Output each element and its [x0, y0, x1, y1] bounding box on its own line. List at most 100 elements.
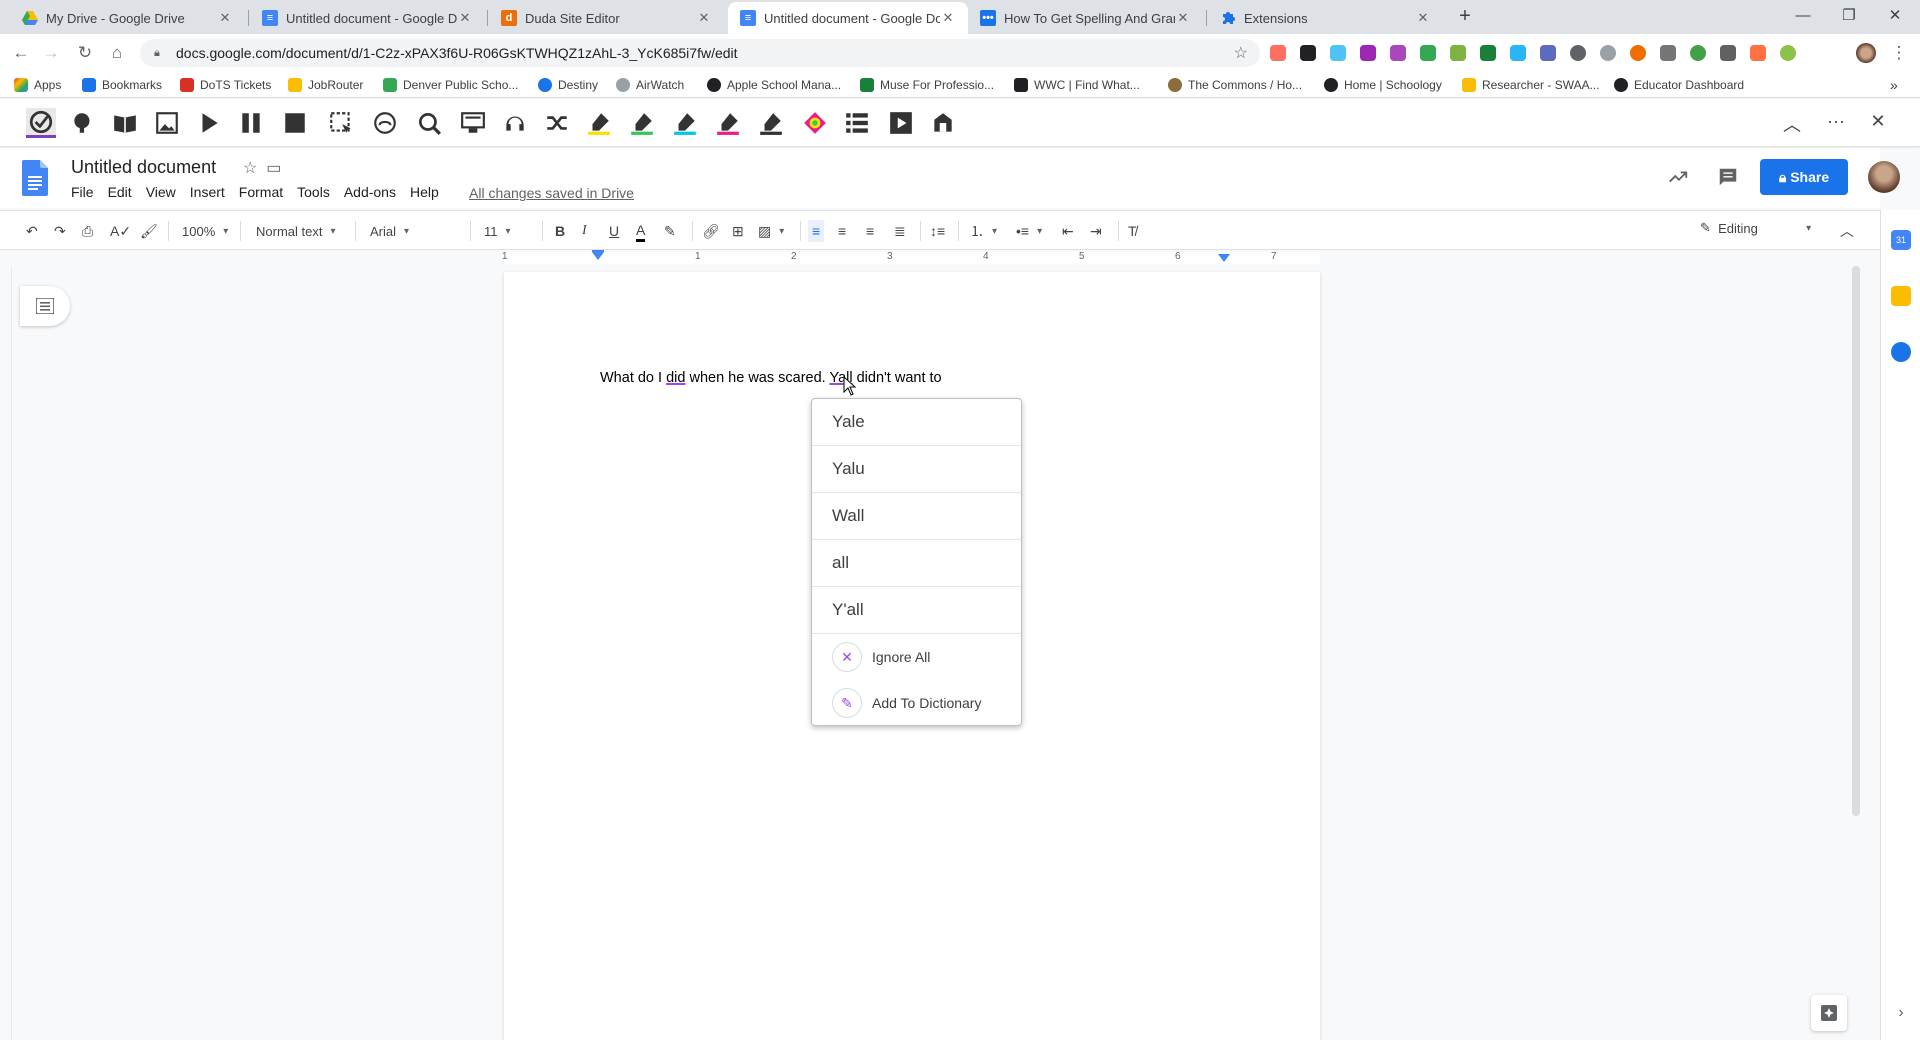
suggestion-item[interactable]: all	[812, 540, 1021, 587]
extension-icon[interactable]	[1360, 45, 1376, 61]
align-center-icon[interactable]: ≡	[838, 220, 846, 242]
shuffle-icon[interactable]	[542, 108, 572, 138]
suggestion-item[interactable]: Yalu	[812, 446, 1021, 493]
bold-button[interactable]: B	[555, 220, 565, 242]
extension-icon[interactable]	[1540, 45, 1556, 61]
spellcheck-icon[interactable]: A✓	[110, 220, 131, 242]
extension-icon[interactable]	[1480, 45, 1496, 61]
menu-file[interactable]: File	[71, 184, 94, 200]
numbered-list-icon[interactable]: ⒈	[970, 220, 997, 242]
close-toolbar-icon[interactable]: ✕	[1866, 111, 1890, 135]
bookmark-the-commons[interactable]: The Commons / Ho...	[1168, 76, 1302, 94]
voice-note-icon[interactable]	[500, 108, 530, 138]
more-bookmarks-icon[interactable]: »	[1890, 76, 1898, 94]
highlighter-yellow-icon[interactable]	[584, 108, 614, 138]
vocabulary-list-icon[interactable]	[842, 108, 872, 138]
tab-duda-site-editor[interactable]: d Duda Site Editor ✕	[489, 2, 724, 34]
bookmark-apple-school-manager[interactable]: Apple School Mana...	[707, 76, 841, 94]
avatar[interactable]	[1868, 161, 1900, 193]
zoom-select[interactable]: 100%	[182, 220, 228, 242]
insert-image-icon[interactable]: ▨	[758, 220, 784, 242]
suggestion-item[interactable]: Yale	[812, 399, 1021, 446]
reload-icon[interactable]: ↻	[74, 42, 96, 64]
activity-trend-icon[interactable]	[1666, 166, 1690, 190]
extension-icon[interactable]	[1300, 45, 1316, 61]
expand-panel-icon[interactable]: ›	[1891, 1004, 1911, 1024]
tab-untitled-document-1[interactable]: ≡ Untitled document - Google Doc ✕	[250, 2, 485, 34]
menu-add-ons[interactable]: Add-ons	[344, 184, 396, 200]
document-body-text[interactable]: What do I did when he was scared. Yall d…	[600, 370, 942, 386]
check-it-icon[interactable]	[26, 108, 56, 138]
more-options-icon[interactable]: ···	[1824, 111, 1848, 135]
text-color-button[interactable]: A	[636, 220, 646, 242]
bookmark-educator-dashboard[interactable]: Educator Dashboard	[1614, 76, 1744, 94]
web-search-icon[interactable]	[458, 108, 488, 138]
extension-icon[interactable]	[1780, 45, 1796, 61]
restore-icon[interactable]: ❐	[1826, 0, 1872, 30]
minimize-icon[interactable]: —	[1780, 0, 1826, 30]
extension-icon[interactable]	[1600, 45, 1616, 61]
star-icon[interactable]: ☆	[243, 160, 257, 177]
new-tab-button[interactable]: +	[1453, 5, 1477, 29]
menu-edit[interactable]: Edit	[108, 184, 132, 200]
save-status[interactable]: All changes saved in Drive	[469, 185, 634, 201]
document-title[interactable]: Untitled document	[71, 157, 216, 178]
menu-view[interactable]: View	[146, 184, 176, 200]
menu-insert[interactable]: Insert	[190, 184, 225, 200]
rewordify-icon[interactable]	[928, 108, 958, 138]
tab-untitled-document-active[interactable]: ≡ Untitled document - Google Doc ✕	[728, 2, 968, 34]
underline-button[interactable]: U	[609, 220, 619, 242]
address-bar[interactable]: 🔒︎ docs.google.com/document/d/1-C2z-xPAX…	[140, 39, 1260, 67]
profile-avatar[interactable]	[1856, 43, 1876, 63]
bookmark-star-icon[interactable]: ☆	[1234, 43, 1248, 63]
forward-icon[interactable]: →	[40, 42, 62, 64]
close-tab-icon[interactable]: ✕	[1415, 10, 1431, 26]
extension-icon[interactable]	[1630, 45, 1646, 61]
misspelled-word[interactable]: did	[666, 370, 685, 386]
google-docs-logo-icon[interactable]	[22, 160, 48, 196]
extension-icon[interactable]	[1270, 45, 1286, 61]
tab-extensions[interactable]: Extensions ✕	[1208, 2, 1443, 34]
paragraph-style-select[interactable]: Normal text	[256, 220, 346, 242]
close-window-icon[interactable]: ✕	[1872, 0, 1918, 30]
home-icon[interactable]: ⌂	[106, 42, 128, 64]
close-tab-icon[interactable]: ✕	[1175, 10, 1191, 26]
bookmark-apps[interactable]: Apps	[14, 76, 61, 94]
editing-mode-select[interactable]: ✎ Editing ▾	[1700, 220, 1811, 236]
bookmark-bookmarks[interactable]: Bookmarks	[82, 76, 162, 94]
extension-icon[interactable]	[1450, 45, 1466, 61]
justify-icon[interactable]: ≣	[894, 220, 906, 242]
close-tab-icon[interactable]: ✕	[940, 10, 956, 26]
bulleted-list-icon[interactable]: •≡	[1016, 220, 1042, 242]
tab-my-drive[interactable]: My Drive - Google Drive ✕	[10, 2, 245, 34]
collect-highlights-icon[interactable]	[800, 108, 830, 138]
highlighter-green-icon[interactable]	[627, 108, 657, 138]
highlight-color-icon[interactable]: ✎	[664, 220, 676, 242]
highlighter-pink-icon[interactable]	[713, 108, 743, 138]
close-tab-icon[interactable]: ✕	[457, 10, 473, 26]
close-tab-icon[interactable]: ✕	[696, 10, 712, 26]
extension-icon[interactable]	[1390, 45, 1406, 61]
bookmark-schoology[interactable]: Home | Schoology	[1324, 76, 1442, 94]
picture-dictionary-icon[interactable]	[152, 108, 182, 138]
extension-icon[interactable]	[1750, 45, 1766, 61]
paint-format-icon[interactable]: 🖌︎	[140, 220, 158, 242]
keep-icon[interactable]	[1891, 286, 1911, 306]
clear-formatting-icon[interactable]: T̸	[1128, 220, 1137, 242]
insert-link-icon[interactable]: 🔗︎	[702, 220, 720, 242]
left-indent-marker[interactable]	[592, 250, 604, 264]
move-folder-icon[interactable]: ▭	[266, 160, 281, 177]
right-indent-marker[interactable]	[1218, 254, 1230, 264]
bookmark-jobrouter[interactable]: JobRouter	[288, 76, 363, 94]
menu-help[interactable]: Help	[410, 184, 439, 200]
menu-tools[interactable]: Tools	[297, 184, 330, 200]
bookmark-airwatch[interactable]: AirWatch	[616, 76, 684, 94]
increase-indent-icon[interactable]: ⇥	[1090, 220, 1102, 242]
calendar-icon[interactable]: 31	[1891, 230, 1911, 250]
suggestion-item[interactable]: Wall	[812, 493, 1021, 540]
screen-masking-icon[interactable]	[414, 108, 444, 138]
share-button[interactable]: 🔒︎ Share	[1760, 159, 1848, 195]
bookmark-muse[interactable]: Muse For Professio...	[860, 76, 994, 94]
tasks-icon[interactable]	[1891, 342, 1911, 362]
line-spacing-icon[interactable]: ↕≡	[930, 220, 945, 242]
